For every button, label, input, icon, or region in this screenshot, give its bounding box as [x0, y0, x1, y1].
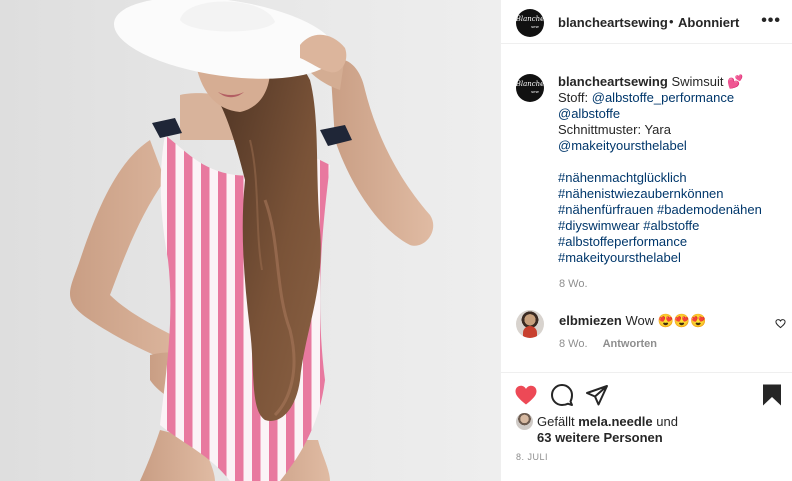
comment-meta: 8 Wo. Antworten — [559, 338, 657, 350]
author-avatar[interactable]: Blanche sew — [516, 9, 544, 37]
avatar-logo-text: Blanche — [515, 80, 545, 88]
caption-title: Swimsuit 💕 — [671, 74, 744, 89]
liker-username-link[interactable]: mela.needle — [578, 414, 652, 429]
caption-timestamp[interactable]: 8 Wo. — [559, 278, 588, 290]
hashtag-link[interactable]: #nähenistwiezaubernkönnen — [558, 186, 783, 202]
caption-username-link[interactable]: blancheartsewing — [558, 74, 668, 89]
mention-link[interactable]: @albstoffe — [558, 106, 783, 122]
likes-line-1: Gefällt mela.needle und — [537, 414, 678, 430]
author-username-link[interactable]: blancheartsewing — [558, 15, 668, 30]
reply-button[interactable]: Antworten — [603, 338, 657, 350]
caption-text: blancheartsewing Swimsuit 💕 Stoff: @albs… — [558, 74, 783, 266]
comment-text: elbmiezen Wow 😍😍😍 — [559, 313, 706, 329]
commenter-avatar[interactable] — [516, 310, 544, 338]
likes-others-link[interactable]: 63 weitere Personen — [537, 430, 663, 446]
post-photo[interactable] — [0, 0, 500, 481]
post-image — [70, 0, 434, 481]
post-date[interactable]: 8. JULI — [516, 452, 548, 462]
comment-body: Wow 😍😍😍 — [625, 313, 707, 328]
separator-dot: • — [669, 14, 674, 29]
avatar-logo-sub: sew — [531, 89, 539, 94]
fabric-label: Stoff: — [558, 90, 589, 105]
mention-link[interactable]: @albstoffe_performance — [592, 90, 734, 105]
likes-prefix: Gefällt — [537, 414, 575, 429]
mention-link[interactable]: @makeityoursthelabel — [558, 138, 783, 154]
like-heart-icon[interactable] — [514, 383, 538, 407]
commenter-username-link[interactable]: elbmiezen — [559, 313, 622, 328]
hashtag-link[interactable]: #nähenfürfrauen #bademodenähen — [558, 202, 783, 218]
comment-bubble-icon[interactable] — [550, 383, 574, 407]
caption-author-avatar[interactable]: Blanche sew — [516, 74, 544, 102]
hashtag-link[interactable]: #albstoffeperformance — [558, 234, 783, 250]
follow-status-button[interactable]: Abonniert — [678, 15, 739, 30]
bookmark-save-icon[interactable] — [760, 383, 784, 407]
avatar-logo-text: Blanche — [515, 15, 545, 23]
avatar-logo-sub: sew — [531, 24, 539, 29]
post-side-panel: Blanche sew blancheartsewing • Abonniert… — [500, 0, 792, 481]
likes-and: und — [656, 414, 678, 429]
pattern-label: Schnittmuster: Yara — [558, 122, 671, 137]
liker-avatar[interactable] — [516, 413, 533, 430]
hashtag-link[interactable]: #makeityoursthelabel — [558, 250, 783, 266]
post-header: Blanche sew blancheartsewing • Abonniert… — [501, 0, 792, 44]
post-actions: Gefällt mela.needle und 63 weitere Perso… — [501, 372, 792, 481]
comment-timestamp[interactable]: 8 Wo. — [559, 338, 588, 350]
comment-item: elbmiezen Wow 😍😍😍 8 Wo. Antworten — [516, 310, 786, 355]
comment-like-heart-icon[interactable] — [775, 318, 786, 329]
hashtag-link[interactable]: #nähenmachtglücklich — [558, 170, 783, 186]
hashtag-link[interactable]: #diyswimwear #albstoffe — [558, 218, 783, 234]
more-options-icon[interactable]: ••• — [761, 12, 781, 30]
share-send-icon[interactable] — [585, 383, 609, 407]
